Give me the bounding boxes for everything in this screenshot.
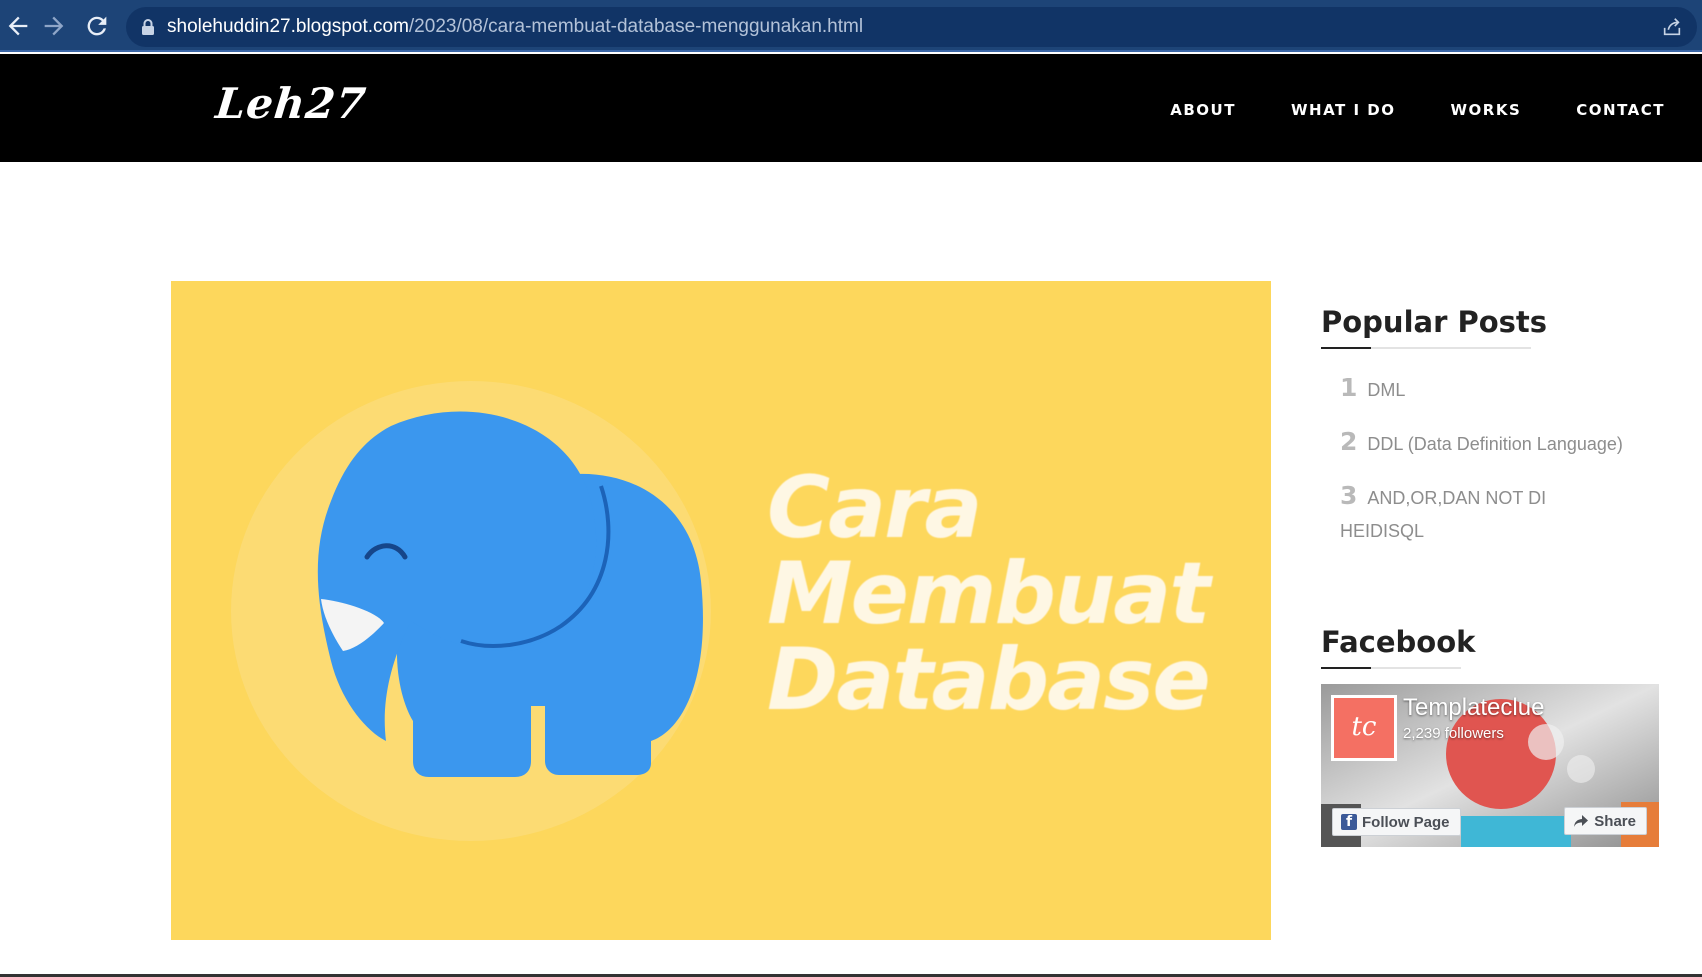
- reload-icon[interactable]: [83, 12, 111, 40]
- featured-image-title: Cara Membuat Database: [767, 458, 1211, 730]
- popular-post-number: 3: [1340, 481, 1358, 510]
- nav-contact[interactable]: CONTACT: [1576, 101, 1665, 119]
- lock-icon: [140, 18, 156, 36]
- popular-post-link[interactable]: DML: [1367, 380, 1405, 400]
- share-arrow-icon: [1573, 814, 1589, 828]
- share-button[interactable]: Share: [1564, 807, 1647, 835]
- url-host: sholehuddin27.blogspot.com: [167, 16, 409, 37]
- url-text: sholehuddin27.blogspot.com/2023/08/cara-…: [167, 16, 863, 38]
- url-path: /2023/08/cara-membuat-database-menggunak…: [408, 16, 864, 37]
- popular-post-item[interactable]: 1 DML: [1340, 371, 1670, 407]
- facebook-widget-title: Facebook: [1321, 625, 1476, 659]
- popular-posts-list: 1 DML 2 DDL (Data Definition Language) 3 AN…: [1340, 371, 1670, 570]
- share-icon[interactable]: [1661, 16, 1683, 38]
- follow-page-label: Follow Page: [1362, 813, 1450, 831]
- nav-works[interactable]: WORKS: [1450, 101, 1521, 119]
- facebook-widget-divider: [1321, 667, 1461, 669]
- popular-posts-divider: [1321, 347, 1531, 349]
- back-arrow-icon[interactable]: [4, 12, 32, 40]
- facebook-page-name[interactable]: Templateclue: [1403, 694, 1544, 722]
- site-header: Leh27 ABOUT WHAT I DO WORKS CONTACT: [0, 54, 1702, 162]
- featured-image: Cara Membuat Database: [171, 281, 1271, 940]
- browser-toolbar: sholehuddin27.blogspot.com/2023/08/cara-…: [0, 0, 1702, 52]
- popular-post-item[interactable]: 2 DDL (Data Definition Language): [1340, 425, 1670, 461]
- forward-arrow-icon[interactable]: [40, 12, 68, 40]
- facebook-page-avatar[interactable]: tc: [1331, 695, 1397, 761]
- address-bar[interactable]: sholehuddin27.blogspot.com/2023/08/cara-…: [126, 7, 1697, 47]
- hero-title-line: Membuat: [767, 544, 1210, 644]
- main-nav: ABOUT WHAT I DO WORKS CONTACT: [1115, 101, 1665, 119]
- popular-posts-title: Popular Posts: [1321, 305, 1548, 339]
- hero-title-line: Cara: [767, 458, 983, 558]
- facebook-page-plugin[interactable]: tc Templateclue 2,239 followers f Follow…: [1321, 684, 1659, 847]
- facebook-followers-count: 2,239 followers: [1403, 725, 1504, 742]
- popular-post-number: 1: [1340, 373, 1358, 402]
- follow-page-button[interactable]: f Follow Page: [1332, 808, 1461, 836]
- nav-what-i-do[interactable]: WHAT I DO: [1291, 101, 1396, 119]
- popular-post-link[interactable]: DDL (Data Definition Language): [1367, 434, 1622, 454]
- popular-post-link[interactable]: AND,OR,DAN NOT DI HEIDISQL: [1340, 488, 1546, 541]
- hero-title-line: Database: [767, 630, 1211, 730]
- popular-post-item[interactable]: 3 AND,OR,DAN NOT DI HEIDISQL: [1320, 479, 1620, 548]
- nav-about[interactable]: ABOUT: [1170, 101, 1236, 119]
- site-logo[interactable]: Leh27: [213, 79, 368, 128]
- share-label: Share: [1594, 812, 1636, 830]
- popular-post-number: 2: [1340, 427, 1358, 456]
- facebook-icon: f: [1341, 814, 1357, 830]
